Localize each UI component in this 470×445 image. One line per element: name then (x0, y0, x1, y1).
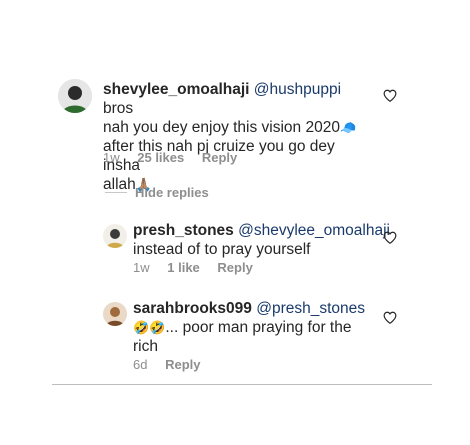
hide-replies-label: Hide replies (135, 184, 209, 200)
avatar[interactable] (103, 302, 127, 326)
heart-outline-icon[interactable] (383, 89, 397, 102)
comment-username[interactable]: shevylee_omoalhaji (103, 81, 249, 98)
comment-text: ... poor man praying for the (165, 319, 352, 336)
comment-likes[interactable]: 25 likes (137, 150, 184, 165)
comment-likes[interactable]: 1 like (167, 260, 200, 275)
comment-username[interactable]: presh_stones (133, 222, 234, 239)
comment-time: 1w (133, 260, 150, 275)
comment-time: 1w (103, 150, 120, 165)
comment-text: bros (103, 100, 134, 117)
heart-outline-icon[interactable] (383, 231, 397, 244)
comment-username[interactable]: sarahbrooks099 (133, 300, 252, 317)
comment-meta: 1w 1 like Reply (133, 260, 267, 275)
comment-meta: 1w 25 likes Reply (103, 150, 251, 165)
comment-mention[interactable]: @shevylee_omoalhaji (238, 222, 390, 239)
comment-time: 6d (133, 357, 148, 372)
comment-text: rich (133, 338, 158, 355)
divider (105, 191, 127, 193)
comment-meta: 6d Reply (133, 357, 215, 372)
avatar[interactable] (103, 224, 127, 248)
divider (52, 384, 432, 385)
comment-text: instead of to pray yourself (133, 241, 311, 258)
comment-text: nah you dey enjoy this vision 2020 (103, 119, 340, 136)
comment-mention[interactable]: @presh_stones (256, 300, 365, 317)
cap-emoji: 🧢 (339, 120, 357, 135)
reply-button[interactable]: Reply (165, 357, 200, 372)
avatar[interactable] (58, 79, 92, 113)
comment-mention[interactable]: @hushpuppi (254, 81, 341, 98)
laughing-emoji: 🤣🤣 (133, 320, 166, 335)
reply-button[interactable]: Reply (217, 260, 252, 275)
heart-outline-icon[interactable] (383, 311, 397, 324)
hide-replies-button[interactable]: Hide replies (105, 184, 209, 200)
reply-button[interactable]: Reply (202, 150, 237, 165)
